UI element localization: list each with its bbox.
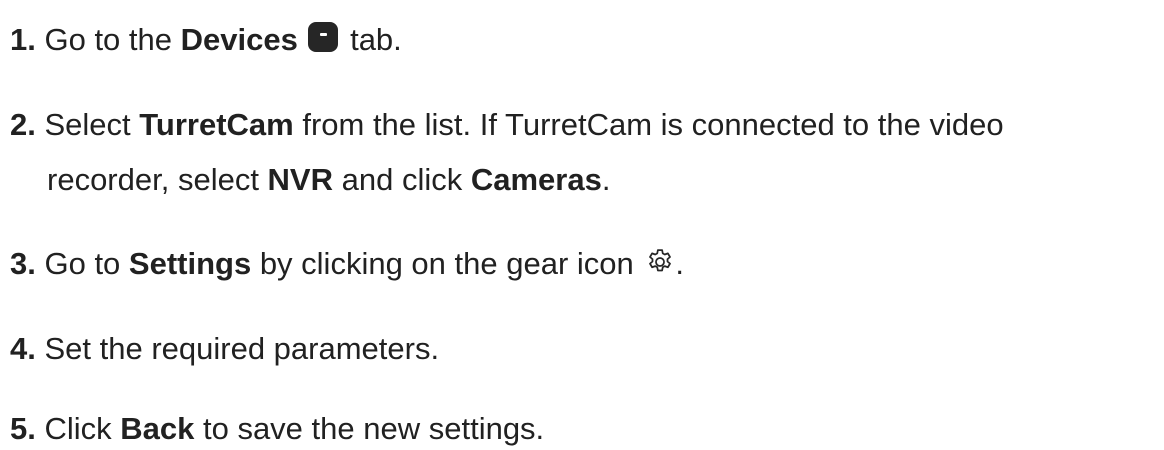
step-text: . xyxy=(675,246,684,281)
step-2-continued: recorder, select NVR and click Cameras. xyxy=(47,158,610,201)
step-text: by clicking on the gear icon xyxy=(251,246,643,281)
step-text: Set the required parameters. xyxy=(35,331,440,366)
gear-icon xyxy=(649,249,672,272)
step-text: from the list. If TurretCam is connected… xyxy=(293,107,1004,142)
step-number: 3. xyxy=(10,246,36,281)
step-text: to save the new settings. xyxy=(194,411,545,446)
step-text: recorder, select xyxy=(47,162,268,197)
step-text: Go to xyxy=(35,246,129,281)
step-text: Select xyxy=(35,107,140,142)
nvr-label: NVR xyxy=(267,162,333,197)
turretcam-label: TurretCam xyxy=(139,107,294,142)
devices-label: Devices xyxy=(180,22,298,57)
instruction-steps: 1. Go to the Devices tab. 2. Select Turr… xyxy=(0,0,1164,450)
step-1: 1. Go to the Devices tab. xyxy=(10,18,402,61)
step-5: 5. Click Back to save the new settings. xyxy=(10,407,544,450)
step-text: . xyxy=(601,162,611,197)
step-3: 3. Go to Settings by clicking on the gea… xyxy=(10,242,684,285)
step-number: 1. xyxy=(10,22,36,57)
device-icon xyxy=(308,22,339,52)
back-label: Back xyxy=(120,411,195,446)
settings-label: Settings xyxy=(128,246,252,281)
step-number: 5. xyxy=(10,411,36,446)
step-text: Go to the xyxy=(35,22,181,57)
step-number: 4. xyxy=(10,331,36,366)
cameras-label: Cameras xyxy=(470,162,602,197)
step-2: 2. Select TurretCam from the list. If Tu… xyxy=(10,103,1004,146)
step-text: tab. xyxy=(341,22,402,57)
step-number: 2. xyxy=(10,107,36,142)
step-4: 4. Set the required parameters. xyxy=(10,327,439,370)
step-text: and click xyxy=(333,162,471,197)
step-text: Click xyxy=(35,411,121,446)
